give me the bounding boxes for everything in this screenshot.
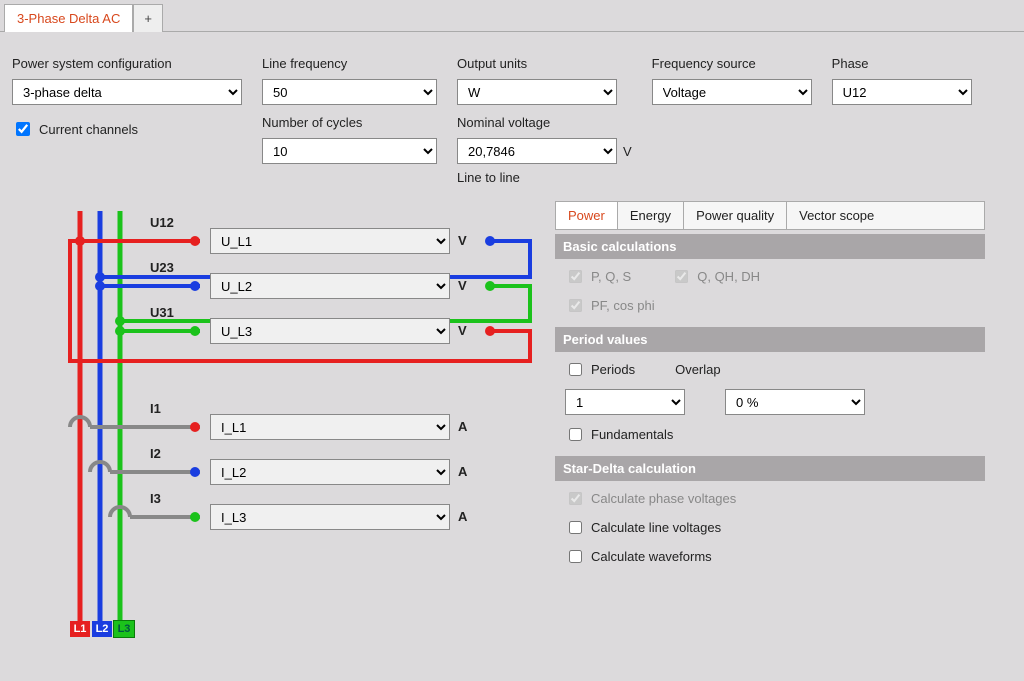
select-u23[interactable]: U_L2 (210, 273, 450, 299)
badge-l3: L3 (114, 621, 134, 637)
select-phase[interactable]: U12 (832, 79, 972, 105)
select-u12[interactable]: U_L1 (210, 228, 450, 254)
select-periods[interactable]: 1 (565, 389, 685, 415)
section-period-title: Period values (555, 327, 985, 352)
unit-nominal-voltage: V (623, 144, 632, 159)
tab-power[interactable]: Power (556, 202, 618, 229)
unit-i2: A (458, 464, 467, 479)
note-line-to-line: Line to line (457, 170, 632, 185)
tab-add[interactable]: + (133, 4, 163, 32)
label-u12: U12 (150, 215, 174, 230)
checkbox-phase-voltages: Calculate phase voltages (565, 489, 975, 508)
label-i1: I1 (150, 401, 161, 416)
select-i1[interactable]: I_L1 (210, 414, 450, 440)
checkbox-qqhdh: Q, QH, DH (671, 267, 760, 286)
checkbox-current-channels[interactable]: Current channels (12, 119, 242, 139)
tab-power-quality[interactable]: Power quality (684, 202, 787, 229)
checkbox-pf-cosphi: PF, cos phi (565, 296, 975, 315)
select-num-cycles[interactable]: 10 (262, 138, 437, 164)
label-i2: I2 (150, 446, 161, 461)
select-nominal-voltage[interactable]: 20,7846 (457, 138, 617, 164)
label-num-cycles: Number of cycles (262, 115, 437, 130)
section-basic-title: Basic calculations (555, 234, 985, 259)
select-line-freq[interactable]: 50 (262, 79, 437, 105)
checkbox-fundamentals[interactable]: Fundamentals (565, 425, 975, 444)
label-output-units: Output units (457, 56, 632, 71)
checkbox-pqs: P, Q, S (565, 267, 631, 286)
select-freq-source[interactable]: Voltage (652, 79, 812, 105)
label-freq-source: Frequency source (652, 56, 812, 71)
select-overlap[interactable]: 0 % (725, 389, 865, 415)
select-i3[interactable]: I_L3 (210, 504, 450, 530)
badge-l2: L2 (92, 621, 112, 637)
unit-i3: A (458, 509, 467, 524)
select-power-system[interactable]: 3-phase delta (12, 79, 242, 105)
label-line-freq: Line frequency (262, 56, 437, 71)
label-nominal-voltage: Nominal voltage (457, 115, 632, 130)
right-tabs: Power Energy Power quality Vector scope (555, 201, 985, 230)
label-u23: U23 (150, 260, 174, 275)
checkbox-periods[interactable]: Periods (565, 360, 635, 379)
unit-u31: V (458, 323, 467, 338)
label-u31: U31 (150, 305, 174, 320)
label-overlap: Overlap (675, 362, 721, 377)
label-phase: Phase (832, 56, 972, 71)
tab-3phase-delta-ac[interactable]: 3-Phase Delta AC (4, 4, 133, 32)
badge-l1: L1 (70, 621, 90, 637)
unit-i1: A (458, 419, 467, 434)
tab-vector-scope[interactable]: Vector scope (787, 202, 886, 229)
select-output-units[interactable]: W (457, 79, 617, 105)
tab-energy[interactable]: Energy (618, 202, 684, 229)
label-i3: I3 (150, 491, 161, 506)
unit-u12: V (458, 233, 467, 248)
checkbox-line-voltages[interactable]: Calculate line voltages (565, 518, 975, 537)
select-u31[interactable]: U_L3 (210, 318, 450, 344)
section-stardelta-title: Star-Delta calculation (555, 456, 985, 481)
unit-u23: V (458, 278, 467, 293)
label-power-system: Power system configuration (12, 56, 242, 71)
select-i2[interactable]: I_L2 (210, 459, 450, 485)
wiring-diagram: U12 U23 U31 I1 I2 I3 U_L1 V U_L2 V U_L3 … (0, 201, 545, 651)
checkbox-waveforms[interactable]: Calculate waveforms (565, 547, 975, 566)
